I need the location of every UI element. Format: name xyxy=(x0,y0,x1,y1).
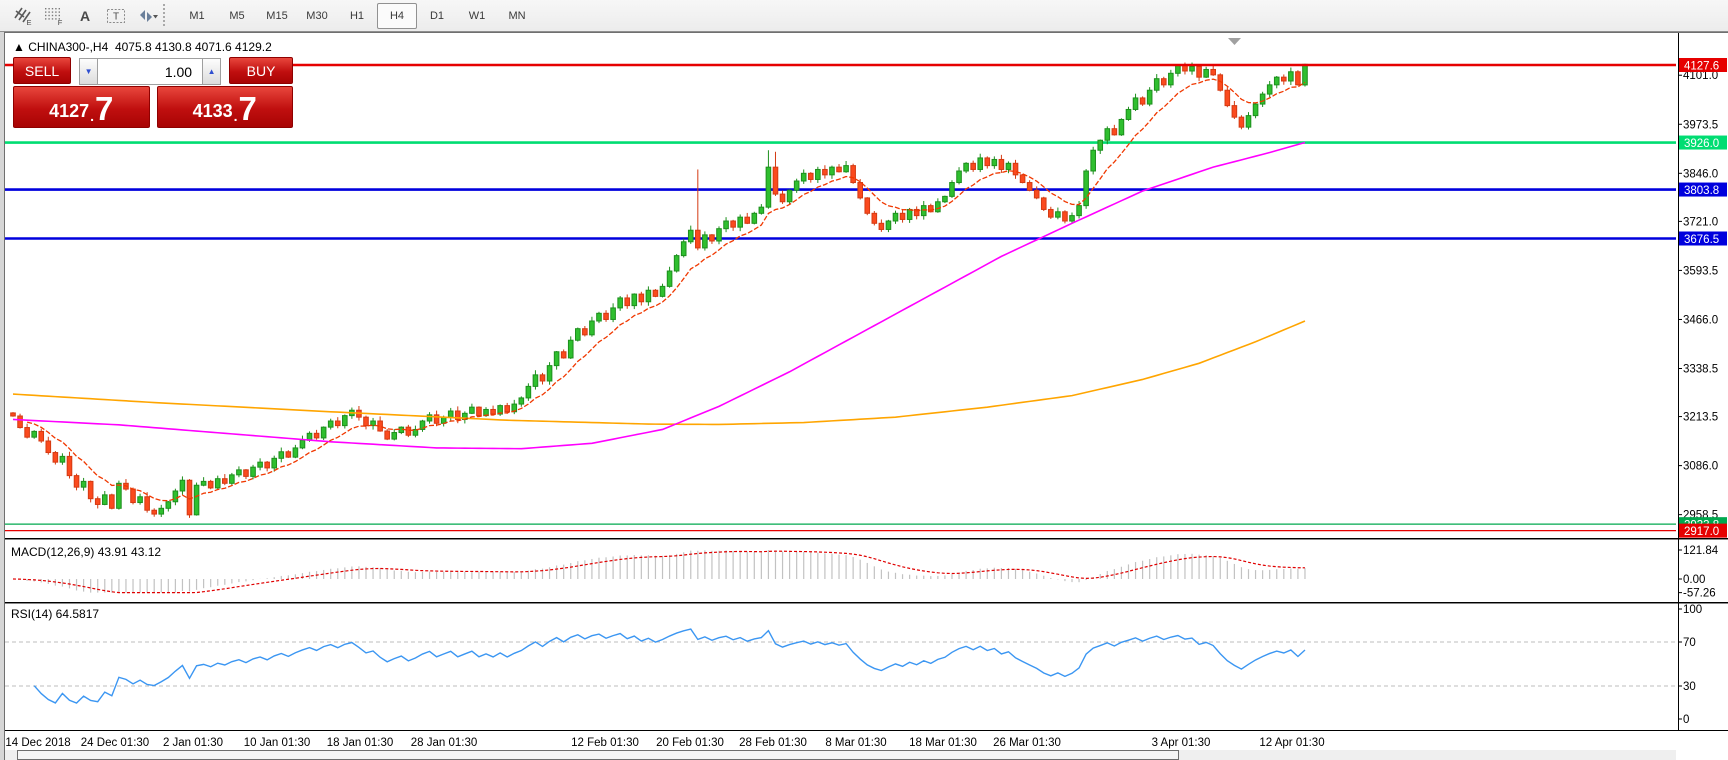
fibo-grid-icon[interactable]: F xyxy=(39,2,68,30)
svg-text:E: E xyxy=(26,18,31,27)
ohlc-values: 4075.8 4130.8 4071.6 4129.2 xyxy=(115,40,272,54)
price-axis-label: 3846.0 xyxy=(1683,168,1718,180)
timeframe-button-d1[interactable]: D1 xyxy=(417,3,457,29)
buy-price-display[interactable]: 4133.7 xyxy=(157,86,294,128)
text-box-icon: T xyxy=(105,5,127,27)
chevron-up-icon: ▲ xyxy=(208,67,216,76)
sell-price-dot: . xyxy=(90,108,94,124)
macd-indicator-label: MACD(12,26,9) 43.91 43.12 xyxy=(11,545,161,559)
one-click-trading-panel: SELL ▼ ▲ BUY 4127.7 4133.7 xyxy=(13,57,293,128)
time-axis-label: 24 Dec 01:30 xyxy=(81,737,149,749)
buy-price-main: 4133 xyxy=(193,98,233,124)
panel-background xyxy=(5,33,1728,730)
sell-button[interactable]: SELL xyxy=(13,57,71,84)
chart-title: ▲ CHINA300-,H4 4075.8 4130.8 4071.6 4129… xyxy=(13,40,272,54)
time-axis-label: 26 Mar 01:30 xyxy=(993,737,1061,749)
buy-price-pips: 7 xyxy=(239,94,257,124)
rsi-indicator-label: RSI(14) 64.5817 xyxy=(11,607,99,621)
text-label-icon[interactable]: A xyxy=(70,2,99,30)
rsi-axis-label: 30 xyxy=(1683,681,1696,693)
time-axis-label: 28 Feb 01:30 xyxy=(739,737,807,749)
price-badge-label: 4127.6 xyxy=(1684,61,1719,73)
price-axis-label: 3213.5 xyxy=(1683,412,1718,424)
svg-text:T: T xyxy=(112,12,118,23)
price-badge-label: 2917.0 xyxy=(1684,526,1719,538)
timeframe-button-m5[interactable]: M5 xyxy=(217,3,257,29)
sell-price-pips: 7 xyxy=(95,94,113,124)
price-badge-label: 3803.8 xyxy=(1684,185,1719,197)
text-box-icon[interactable]: T xyxy=(101,2,130,30)
timeframe-button-mn[interactable]: MN xyxy=(497,3,537,29)
toolbar: M1M5M15M30H1H4D1W1MN E F A T xyxy=(0,0,1728,32)
rsi-axis-label: 100 xyxy=(1683,604,1702,616)
price-axis-label: 3338.5 xyxy=(1683,364,1718,376)
volume-decrease-button[interactable]: ▼ xyxy=(79,58,98,85)
chevron-down-icon: ▼ xyxy=(85,67,93,76)
macd-axis-label: -57.26 xyxy=(1683,588,1716,600)
price-axis-label: 3086.0 xyxy=(1683,461,1718,473)
time-axis-label: 10 Jan 01:30 xyxy=(244,737,311,749)
svg-text:F: F xyxy=(57,18,62,27)
chart-canvas[interactable]: 4101.03973.53846.03721.03593.53466.03338… xyxy=(5,33,1728,760)
toolbar-separator xyxy=(163,4,171,26)
buy-button[interactable]: BUY xyxy=(229,57,293,84)
sell-price-display[interactable]: 4127.7 xyxy=(13,86,150,128)
time-axis-label: 12 Feb 01:30 xyxy=(571,737,639,749)
symbol-period-label: CHINA300-,H4 xyxy=(28,40,108,54)
volume-input[interactable] xyxy=(98,58,202,85)
arrange-objects-icon[interactable] xyxy=(132,2,161,30)
price-axis-label: 3721.0 xyxy=(1683,216,1718,228)
time-axis-label: 3 Apr 01:30 xyxy=(1152,737,1211,749)
timeframe-button-w1[interactable]: W1 xyxy=(457,3,497,29)
sell-price-main: 4127 xyxy=(49,98,89,124)
time-axis-label: 8 Mar 01:30 xyxy=(825,737,886,749)
text-label-icon: A xyxy=(74,5,96,27)
chart-window: 4101.03973.53846.03721.03593.53466.03338… xyxy=(4,32,1728,760)
timeframe-bar: M1M5M15M30H1H4D1W1MN xyxy=(177,3,537,28)
time-axis-label: 18 Jan 01:30 xyxy=(327,737,394,749)
price-axis-label: 3593.5 xyxy=(1683,265,1718,277)
time-axis-label: 18 Mar 01:30 xyxy=(909,737,977,749)
svg-text:A: A xyxy=(79,8,89,24)
price-badge-label: 3676.5 xyxy=(1684,234,1719,246)
macd-axis-label: 121.84 xyxy=(1683,545,1719,557)
collapse-arrow-icon[interactable]: ▲ xyxy=(13,40,25,54)
time-axis-label: 20 Feb 01:30 xyxy=(656,737,724,749)
fibo-grid-icon: F xyxy=(43,5,65,27)
price-axis-label: 3973.5 xyxy=(1683,119,1718,131)
timeframe-button-h1[interactable]: H1 xyxy=(337,3,377,29)
price-axis-label: 3466.0 xyxy=(1683,314,1718,326)
volume-increase-button[interactable]: ▲ xyxy=(202,58,221,85)
expert-hatch-icon: E xyxy=(12,5,34,27)
time-axis-label: 28 Jan 01:30 xyxy=(411,737,478,749)
price-badge-label: 3926.0 xyxy=(1684,138,1719,150)
time-axis-label: 14 Dec 2018 xyxy=(5,737,70,749)
rsi-axis-label: 0 xyxy=(1683,714,1689,726)
macd-axis-label: 0.00 xyxy=(1683,574,1705,586)
timeframe-button-m15[interactable]: M15 xyxy=(257,3,297,29)
expert-hatch-icon[interactable]: E xyxy=(8,2,37,30)
timeframe-button-h4[interactable]: H4 xyxy=(377,3,417,29)
time-axis-label: 12 Apr 01:30 xyxy=(1259,737,1324,749)
arrange-objects-icon xyxy=(136,5,158,27)
timeframe-button-m30[interactable]: M30 xyxy=(297,3,337,29)
time-axis-label: 2 Jan 01:30 xyxy=(163,737,223,749)
rsi-axis-label: 70 xyxy=(1683,637,1696,649)
buy-price-dot: . xyxy=(234,108,238,124)
timeframe-button-m1[interactable]: M1 xyxy=(177,3,217,29)
